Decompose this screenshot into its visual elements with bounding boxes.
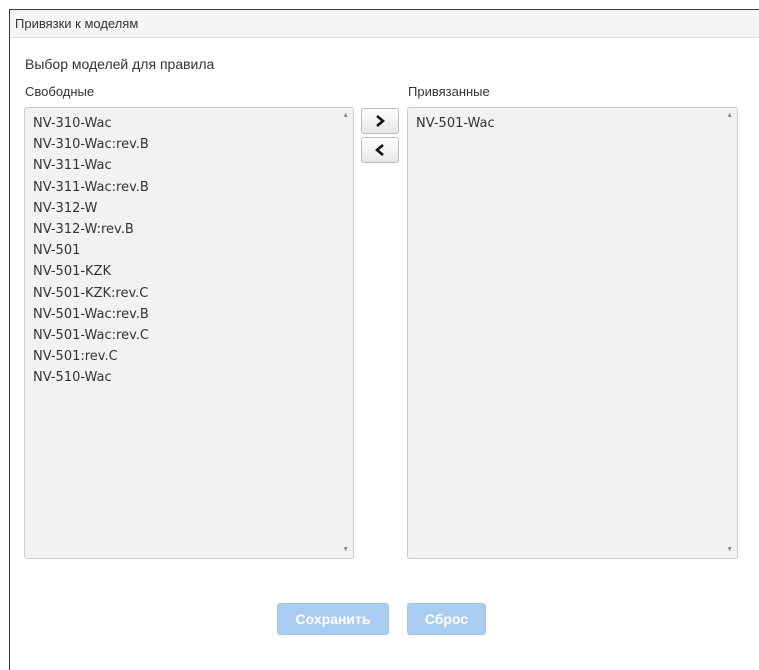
scroll-up-icon[interactable]: ▲ bbox=[726, 112, 733, 120]
bound-list-label: Привязанные bbox=[408, 84, 490, 99]
list-item[interactable]: NV-510-Wac bbox=[33, 367, 335, 388]
free-list-label: Свободные bbox=[25, 84, 95, 99]
list-item[interactable]: NV-501-Wac bbox=[416, 113, 719, 134]
free-list-scrollbar[interactable]: ▲ ▼ bbox=[337, 108, 353, 558]
free-models-items: NV-310-Wac NV-310-Wac:rev.B NV-311-Wac NV-3… bbox=[33, 113, 335, 389]
bound-models-listbox[interactable]: NV-501-Wac ▲ ▼ bbox=[407, 107, 738, 559]
free-models-listbox[interactable]: NV-310-Wac NV-310-Wac:rev.B NV-311-Wac NV-3… bbox=[24, 107, 354, 559]
save-button[interactable]: Сохранить bbox=[277, 603, 389, 635]
list-item[interactable]: NV-312-W:rev.B bbox=[33, 219, 335, 240]
bound-list-scrollbar[interactable]: ▲ ▼ bbox=[721, 108, 737, 558]
section-title: Выбор моделей для правила bbox=[25, 56, 215, 72]
list-item[interactable]: NV-501-Wac:rev.C bbox=[33, 325, 335, 346]
list-item[interactable]: NV-501-KZK:rev.C bbox=[33, 283, 335, 304]
list-item[interactable]: NV-501-Wac:rev.B bbox=[33, 304, 335, 325]
list-item[interactable]: NV-312-W bbox=[33, 198, 335, 219]
list-item[interactable]: NV-501:rev.C bbox=[33, 346, 335, 367]
list-item[interactable]: NV-311-Wac:rev.B bbox=[33, 177, 335, 198]
list-item[interactable]: NV-310-Wac:rev.B bbox=[33, 134, 335, 155]
scroll-up-icon[interactable]: ▲ bbox=[342, 112, 349, 120]
list-item[interactable]: NV-501 bbox=[33, 240, 335, 261]
chevron-right-icon bbox=[376, 115, 385, 127]
add-to-bound-button[interactable] bbox=[361, 108, 399, 134]
scroll-down-icon[interactable]: ▼ bbox=[726, 546, 733, 554]
reset-button[interactable]: Сброс bbox=[407, 603, 486, 635]
list-item[interactable]: NV-311-Wac bbox=[33, 155, 335, 176]
bound-models-items: NV-501-Wac bbox=[416, 113, 719, 134]
chevron-left-icon bbox=[375, 144, 384, 156]
remove-from-bound-button[interactable] bbox=[361, 137, 399, 163]
list-item[interactable]: NV-310-Wac bbox=[33, 113, 335, 134]
scroll-down-icon[interactable]: ▼ bbox=[342, 546, 349, 554]
list-item[interactable]: NV-501-KZK bbox=[33, 261, 335, 282]
panel-title: Привязки к моделям bbox=[10, 10, 759, 38]
